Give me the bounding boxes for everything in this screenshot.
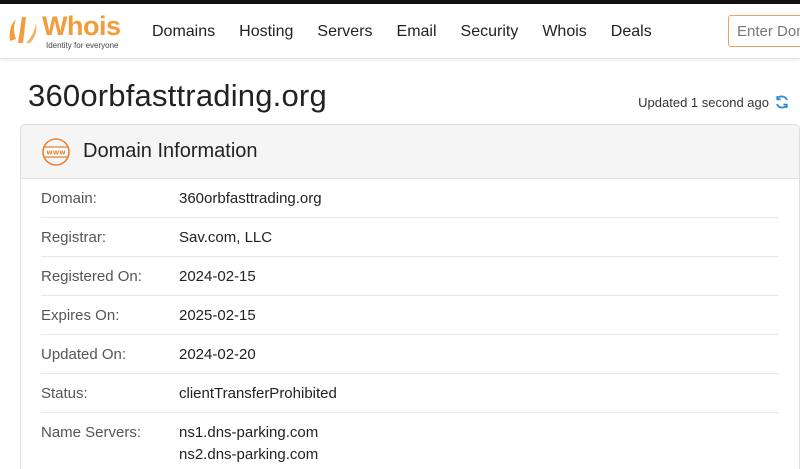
info-row-name-servers: Name Servers: ns1.dns-parking.com ns2.dn… [41, 413, 779, 466]
card-title: Domain Information [83, 140, 258, 162]
site-logo[interactable]: Whois Identity for everyone [6, 10, 136, 54]
nav-item-hosting[interactable]: Hosting [239, 23, 293, 41]
logo-wordmark: Whois [42, 11, 121, 41]
svg-text:www: www [46, 148, 66, 156]
row-value: 2024-02-20 [179, 344, 256, 373]
row-value: ns1.dns-parking.com ns2.dns-parking.com [179, 422, 318, 466]
row-label: Registered On: [41, 268, 142, 285]
name-server-2: ns2.dns-parking.com [179, 446, 319, 463]
row-value: Sav.com, LLC [179, 227, 272, 256]
nav-item-domains[interactable]: Domains [152, 23, 215, 41]
nav-item-whois[interactable]: Whois [542, 23, 586, 41]
status-value: clientTransferProhibited [179, 385, 337, 402]
registrar-value: Sav.com, LLC [179, 229, 273, 246]
card-header: www Domain Information [21, 125, 799, 179]
nav-item-deals[interactable]: Deals [611, 23, 652, 41]
domain-value: 360orbfasttrading.org [179, 190, 322, 207]
name-server-1: ns1.dns-parking.com [179, 424, 319, 441]
registered-on-value: 2024-02-15 [179, 268, 256, 285]
page-title: 360orbfasttrading.org [28, 78, 327, 113]
info-row-status: Status: clientTransferProhibited [41, 374, 779, 413]
row-label: Updated On: [41, 346, 127, 363]
refresh-icon[interactable] [774, 94, 790, 110]
site-header: Whois Identity for everyone Domains Host… [0, 4, 800, 59]
nav-item-servers[interactable]: Servers [317, 23, 372, 41]
logo-tagline: Identity for everyone [46, 41, 119, 50]
row-value: 2024-02-15 [179, 266, 256, 295]
info-row-updated-on: Updated On: 2024-02-20 [41, 335, 779, 374]
info-row-domain: Domain: 360orbfasttrading.org [41, 179, 779, 218]
updated-on-value: 2024-02-20 [179, 346, 256, 363]
info-row-registrar: Registrar: Sav.com, LLC [41, 218, 779, 257]
row-label: Registrar: [41, 229, 107, 246]
row-label: Name Servers: [41, 424, 142, 441]
info-row-registered-on: Registered On: 2024-02-15 [41, 257, 779, 296]
info-row-expires-on: Expires On: 2025-02-15 [41, 296, 779, 335]
expires-on-value: 2025-02-15 [179, 307, 256, 324]
nav-item-security[interactable]: Security [461, 23, 519, 41]
domain-search-input[interactable] [728, 15, 800, 47]
domain-info-card: www Domain Information Domain: 360orbfas… [20, 124, 800, 469]
row-value: clientTransferProhibited [179, 383, 337, 412]
updated-text: Updated 1 second ago [638, 94, 769, 110]
row-value: 360orbfasttrading.org [179, 188, 322, 217]
domain-info-table: Domain: 360orbfasttrading.org Registrar:… [21, 179, 799, 466]
row-value: 2025-02-15 [179, 305, 256, 334]
row-label: Status: [41, 385, 88, 402]
row-label: Domain: [41, 190, 97, 207]
nav-item-email[interactable]: Email [397, 23, 437, 41]
whois-logo-icon [9, 17, 37, 43]
updated-status: Updated 1 second ago [638, 94, 790, 110]
www-globe-icon: www [42, 137, 70, 166]
row-label: Expires On: [41, 307, 120, 324]
main-nav: Domains Hosting Servers Email Security W… [140, 4, 664, 59]
